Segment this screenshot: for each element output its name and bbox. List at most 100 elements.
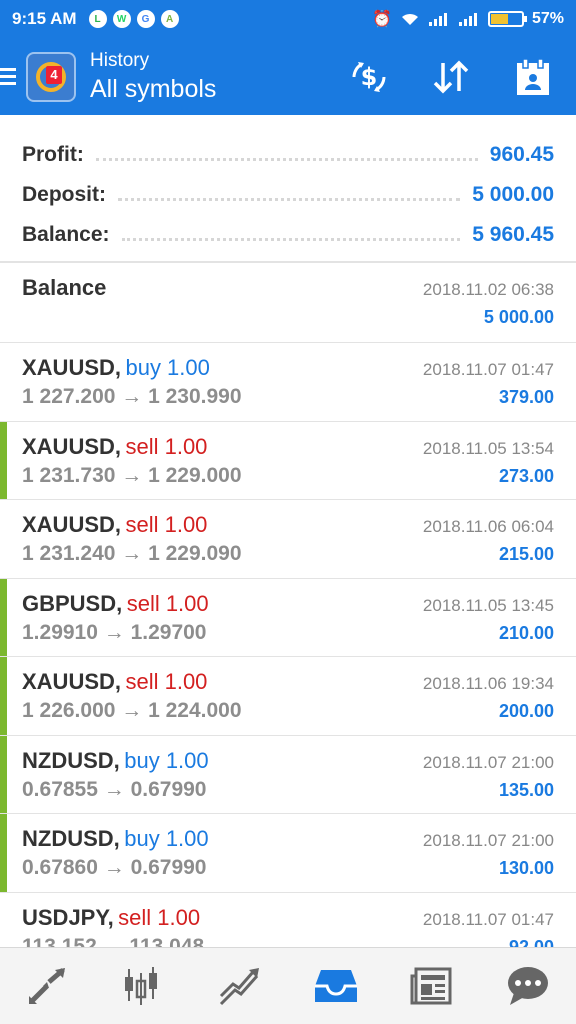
news-icon[interactable] (402, 956, 462, 1016)
trade-side: sell 1.00 (126, 590, 209, 616)
profit-row: Profit: 960.45 (22, 135, 554, 175)
status-time: 9:15 AM (12, 9, 77, 28)
trade-profit: 135.00 (498, 779, 554, 800)
profit-value: 960.45 (489, 143, 554, 166)
trade-prices: 1 231.730 → 1 229.000 (22, 463, 242, 487)
line-notification-icon: L (88, 10, 107, 28)
balance-label: Balance: (22, 223, 110, 246)
trade-row[interactable]: XAUUSD, sell 1.00 2018.11.06 06:04 1 231.2… (0, 500, 576, 579)
profit-accent-bar (0, 578, 7, 656)
trade-symbol: GBPUSD, (22, 590, 123, 616)
history-icon[interactable] (306, 956, 366, 1016)
alarm-icon: ⏰ (372, 11, 392, 28)
status-right: ⏰ 57% (372, 9, 564, 29)
appbar-actions: $ (348, 56, 554, 98)
trade-symbol: USDJPY, (22, 904, 114, 930)
sort-icon[interactable] (430, 56, 472, 98)
trade-symbol: XAUUSD, (22, 355, 122, 380)
trade-time: 2018.11.05 13:45 (422, 595, 554, 615)
dotted-leader (121, 237, 461, 241)
trade-row[interactable]: XAUUSD, sell 1.00 2018.11.06 19:34 1 226.0… (0, 657, 576, 736)
trade-prices: 0.67860 → 0.67990 (22, 856, 207, 879)
trade-side: buy 1.00 (124, 826, 209, 851)
trade-side: sell 1.00 (125, 512, 208, 537)
trade-symbol: XAUUSD, (22, 669, 122, 694)
trade-symbol: NZDUSD, (22, 747, 120, 773)
whatsapp-notification-icon: W (112, 10, 131, 28)
trade-side: sell 1.00 (118, 904, 201, 930)
dotted-leader (95, 157, 478, 161)
profit-accent-bar (0, 814, 7, 892)
trade-side: buy 1.00 (125, 355, 210, 380)
trade-row[interactable]: GBPUSD, sell 1.00 2018.11.05 13:45 1.29910… (0, 578, 576, 657)
signal-icon-2 (458, 13, 477, 26)
trade-time: 2018.11.07 01:47 (422, 360, 554, 379)
trade-prices: 1 226.000 → 1 224.000 (22, 699, 242, 722)
battery-fill (490, 14, 509, 24)
logo-badge: 4 (46, 65, 62, 84)
trade-row[interactable]: NZDUSD, buy 1.00 2018.11.07 21:00 0.67855 … (0, 735, 576, 814)
trade-row[interactable]: NZDUSD, buy 1.00 2018.11.07 21:00 0.67860 … (0, 814, 576, 893)
trade-time: 2018.11.06 06:04 (422, 517, 554, 536)
status-bar: 9:15 AM L W G A ⏰ 57% (0, 0, 576, 38)
balance-row: Balance: 5 960.45 (22, 215, 554, 255)
trade-profit: 130.00 (498, 858, 554, 878)
deposit-value: 5 000.00 (472, 183, 554, 206)
balance-entry-amount: 5 000.00 (483, 307, 554, 327)
deposit-label: Deposit: (22, 183, 106, 206)
screen-title: History (90, 49, 150, 71)
google-notification-icon: G (136, 10, 155, 28)
symbol-filter[interactable]: All symbols (90, 75, 216, 104)
battery-percent: 57% (531, 10, 564, 27)
trade-profit: 273.00 (498, 465, 554, 486)
trade-prices: 0.67855 → 0.67990 (22, 777, 207, 801)
chart-icon[interactable] (114, 956, 174, 1016)
menu-icon[interactable] (0, 68, 18, 85)
trade-time: 2018.11.07 21:00 (422, 752, 554, 772)
currency-exchange-icon[interactable]: $ (348, 56, 390, 98)
notification-icons: L W G A (88, 10, 179, 28)
profit-accent-bar (0, 735, 7, 813)
history-list[interactable]: Balance 2018.11.02 06:38 5 000.00 XAUUSD… (0, 263, 576, 948)
calendar-icon[interactable] (512, 56, 554, 98)
battery-icon (487, 11, 527, 27)
trade-row[interactable]: USDJPY, sell 1.00 2018.11.07 01:47 113.152… (0, 893, 576, 949)
trade-icon[interactable] (210, 956, 270, 1016)
trade-prices: 1 231.240 → 1 229.090 (22, 542, 242, 565)
profit-accent-bar (0, 657, 7, 735)
trade-profit: 215.00 (498, 544, 554, 564)
trade-side: buy 1.00 (124, 747, 209, 773)
trade-profit: 379.00 (498, 387, 554, 407)
trade-row[interactable]: XAUUSD, sell 1.00 2018.11.05 13:54 1 231.7… (0, 421, 576, 500)
signal-icon (428, 13, 447, 26)
chat-icon[interactable] (498, 956, 558, 1016)
balance-entry-label: Balance (22, 275, 107, 300)
balance-entry-time: 2018.11.02 06:38 (422, 280, 554, 299)
profit-accent-bar (0, 421, 7, 499)
app-logo[interactable]: 4 (26, 51, 76, 102)
deposit-row: Deposit: 5 000.00 (22, 175, 554, 215)
summary-panel: Profit: 960.45 Deposit: 5 000.00 Balance… (0, 115, 576, 263)
trade-side: sell 1.00 (125, 433, 208, 459)
trade-prices: 1 227.200 → 1 230.990 (22, 385, 242, 408)
bottom-nav (0, 947, 576, 1024)
trade-symbol: XAUUSD, (22, 512, 122, 537)
balance-entry[interactable]: Balance 2018.11.02 06:38 5 000.00 (0, 263, 576, 343)
trade-time: 2018.11.05 13:54 (422, 438, 554, 458)
trade-side: sell 1.00 (125, 669, 208, 694)
android-notification-icon: A (160, 10, 179, 28)
trade-row[interactable]: XAUUSD, buy 1.00 2018.11.07 01:47 1 227.20… (0, 343, 576, 422)
trade-prices: 113.152 → 113.048 (22, 934, 205, 949)
trade-symbol: NZDUSD, (22, 826, 120, 851)
app-bar: 4 History All symbols $ (0, 38, 576, 115)
trade-time: 2018.11.07 01:47 (422, 909, 554, 929)
balance-value: 5 960.45 (472, 223, 554, 246)
dotted-leader (118, 197, 461, 201)
title-block: History All symbols (90, 50, 216, 104)
quotes-icon[interactable] (18, 956, 78, 1016)
trade-time: 2018.11.06 19:34 (422, 674, 554, 693)
profit-label: Profit: (22, 143, 84, 166)
trade-prices: 1.29910 → 1.29700 (22, 620, 207, 644)
trade-profit: 210.00 (498, 622, 554, 643)
trade-profit: 200.00 (498, 701, 554, 721)
